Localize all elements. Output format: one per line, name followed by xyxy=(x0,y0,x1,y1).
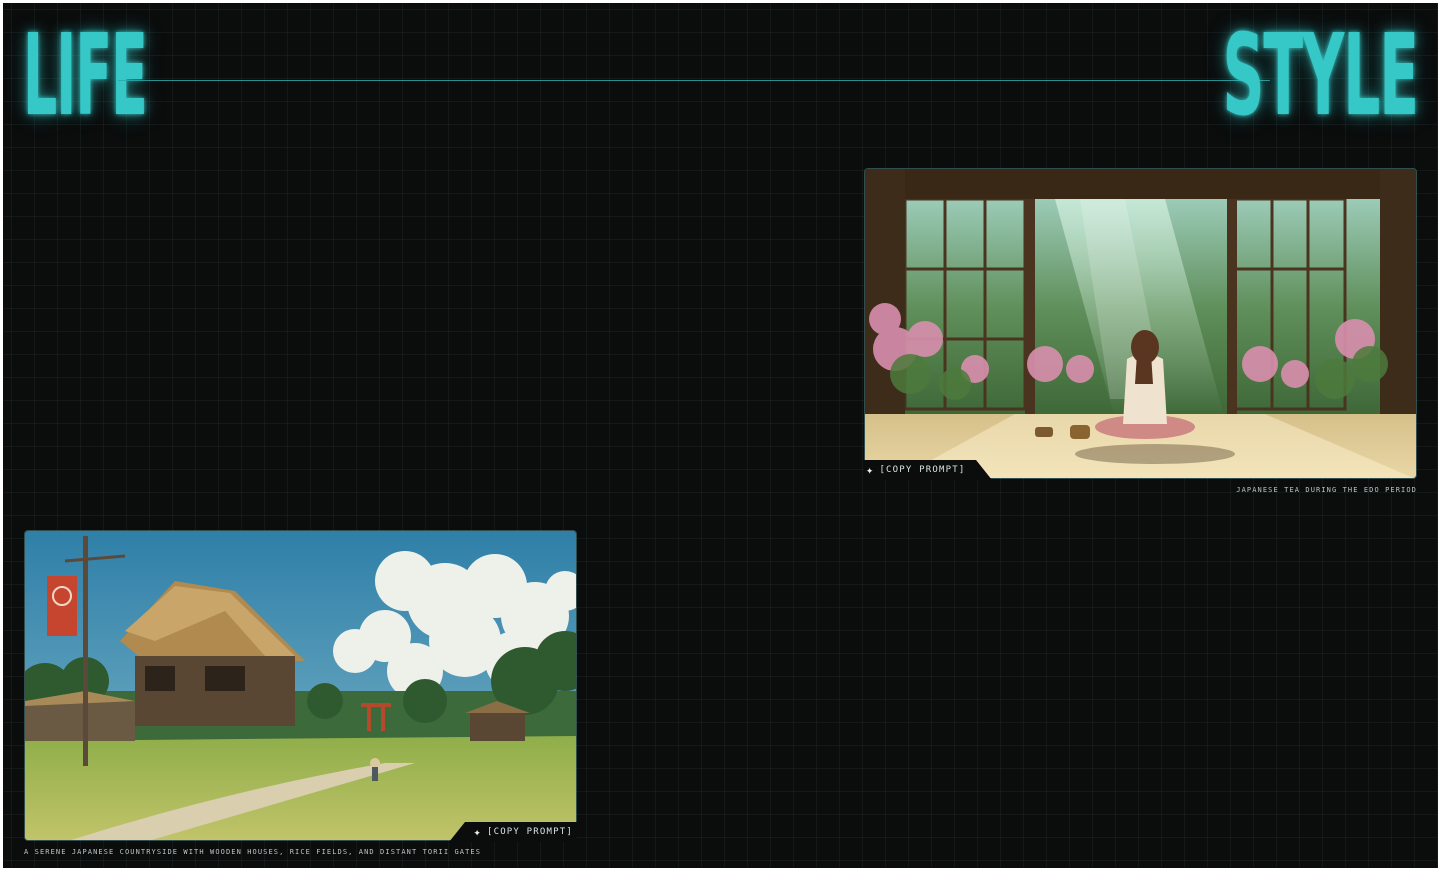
hero-title-left: LIFE xyxy=(23,11,148,141)
copy-prompt-button[interactable]: ✦ [COPY PROMPT] xyxy=(866,464,965,476)
tea-room-image[interactable] xyxy=(864,168,1417,479)
tea-room-illustration xyxy=(865,169,1416,478)
copy-prompt-button[interactable]: ✦ [COPY PROMPT] xyxy=(474,826,573,838)
countryside-image[interactable] xyxy=(24,530,577,841)
copy-prompt-label: [COPY PROMPT] xyxy=(486,827,573,837)
gallery-card-tea: ✦ [COPY PROMPT] JAPANESE TEA DURING THE … xyxy=(864,168,1417,498)
gallery-page: LIFE STYLE ✦ [COPY PROMPT] JAPANESE TEA … xyxy=(3,3,1438,868)
header-divider xyxy=(118,80,1270,81)
image-caption: A SERENE JAPANESE COUNTRYSIDE WITH WOODE… xyxy=(24,848,482,856)
hero-title-right: STYLE xyxy=(1222,11,1419,141)
sparkle-icon: ✦ xyxy=(866,463,875,477)
copy-prompt-label: [COPY PROMPT] xyxy=(879,465,966,475)
gallery-card-countryside: ✦ [COPY PROMPT] A SERENE JAPANESE COUNTR… xyxy=(24,530,577,860)
image-caption: JAPANESE TEA DURING THE EDO PERIOD xyxy=(1236,486,1417,494)
sparkle-icon: ✦ xyxy=(473,825,482,839)
countryside-illustration xyxy=(25,531,576,840)
